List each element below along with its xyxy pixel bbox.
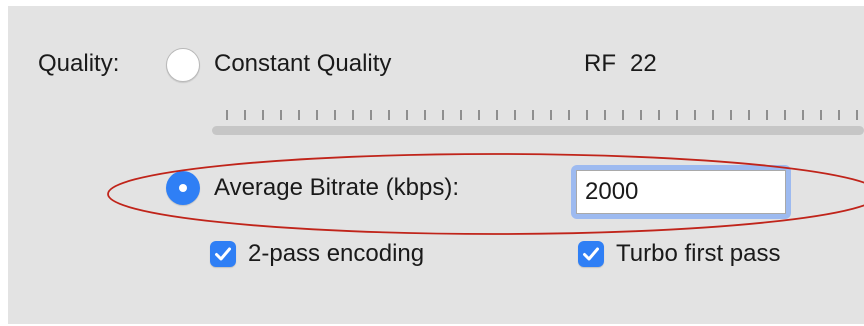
average-bitrate-radio[interactable] <box>166 171 200 205</box>
bitrate-field-focus-ring <box>571 165 791 219</box>
turbo-first-pass-label[interactable]: Turbo first pass <box>616 240 781 268</box>
checkmark-icon <box>583 247 599 261</box>
rf-value: 22 <box>630 50 657 77</box>
two-pass-label[interactable]: 2-pass encoding <box>248 240 424 268</box>
constant-quality-radio[interactable] <box>166 48 200 82</box>
average-bitrate-label[interactable]: Average Bitrate (kbps): <box>214 174 459 202</box>
turbo-first-pass-checkbox[interactable] <box>578 241 604 267</box>
quality-slider-ticks <box>226 110 864 120</box>
quality-label: Quality: <box>38 50 120 77</box>
rf-label: RF <box>584 50 616 77</box>
checkmark-icon <box>215 247 231 261</box>
two-pass-checkbox[interactable] <box>210 241 236 267</box>
quality-settings-panel: Quality: Constant Quality RF 22 Average … <box>8 6 864 324</box>
bitrate-input[interactable] <box>576 170 786 214</box>
quality-slider[interactable] <box>212 126 864 135</box>
radio-on-icon <box>179 184 187 192</box>
constant-quality-label[interactable]: Constant Quality <box>214 50 391 78</box>
